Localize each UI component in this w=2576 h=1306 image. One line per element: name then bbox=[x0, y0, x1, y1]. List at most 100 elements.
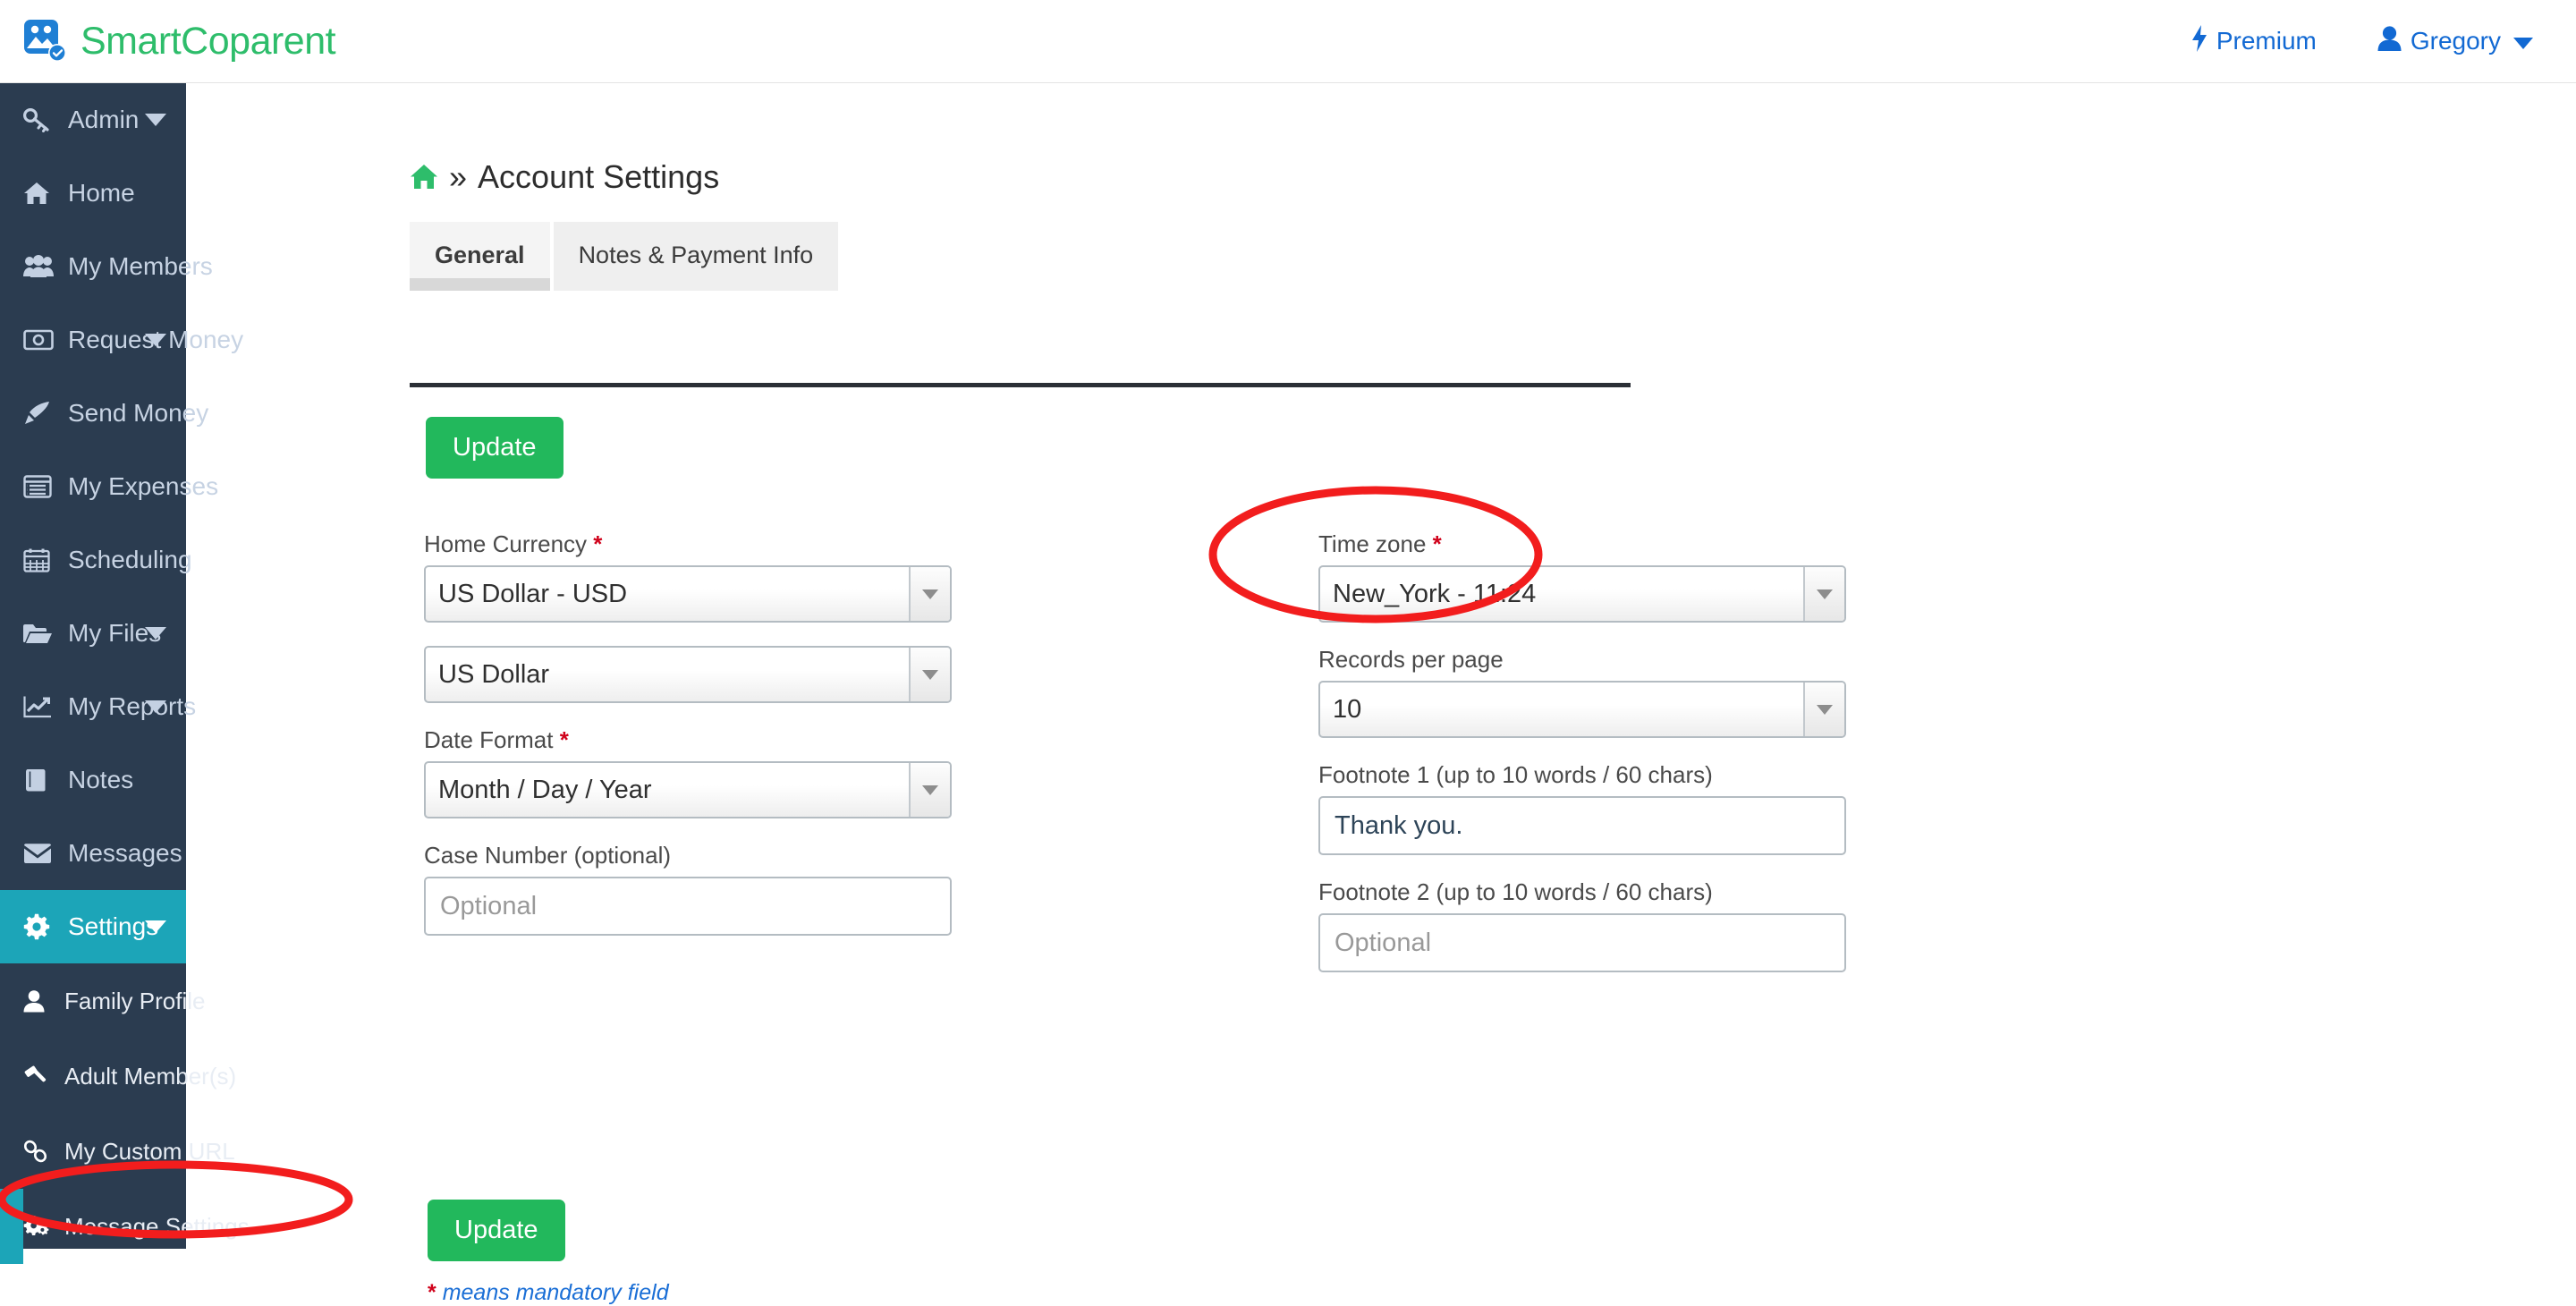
sidebar-subitem-family-profile[interactable]: Family Profile bbox=[0, 963, 205, 1039]
sidebar-item-label: My Members bbox=[68, 252, 213, 280]
list-alt-icon bbox=[23, 475, 61, 498]
sidebar-item-send-money[interactable]: Send Money bbox=[0, 377, 208, 450]
users-icon bbox=[23, 255, 61, 278]
home-icon[interactable] bbox=[410, 164, 438, 191]
case-number-input[interactable] bbox=[424, 877, 952, 936]
sidebar-item-my-expenses[interactable]: My Expenses bbox=[0, 450, 218, 523]
sidebar-subitem-adult-members[interactable]: Adult Member(s) bbox=[0, 1039, 236, 1114]
chevron-down-icon[interactable] bbox=[909, 763, 950, 817]
field-currency-name: US Dollar bbox=[424, 646, 961, 703]
sidebar-item-my-reports[interactable]: My Reports bbox=[0, 670, 196, 743]
sidebar-item-settings[interactable]: Settings bbox=[0, 890, 186, 963]
chevron-down-icon[interactable] bbox=[909, 567, 950, 621]
currency-name-select[interactable]: US Dollar bbox=[424, 646, 952, 703]
sidebar-subitem-my-custom-url[interactable]: My Custom URL bbox=[0, 1114, 235, 1189]
breadcrumb-separator: » bbox=[449, 158, 468, 195]
chevron-down-icon bbox=[145, 700, 166, 713]
chart-line-icon bbox=[23, 695, 61, 718]
book-icon bbox=[23, 767, 61, 793]
premium-label: Premium bbox=[2216, 27, 2317, 55]
top-bar-right: Premium Gregory bbox=[2191, 24, 2533, 58]
sidebar-item-label: Messages bbox=[68, 839, 182, 867]
rocket-icon bbox=[23, 401, 61, 426]
chevron-down-icon[interactable] bbox=[1803, 567, 1844, 621]
sidebar-subitem-label: Adult Member(s) bbox=[64, 1062, 237, 1090]
case-number-label: Case Number (optional) bbox=[424, 842, 672, 869]
sidebar-item-my-files[interactable]: My Files bbox=[0, 597, 186, 670]
premium-link[interactable]: Premium bbox=[2191, 24, 2317, 58]
footnote-1-input[interactable] bbox=[1318, 796, 1846, 855]
sidebar-item-label: Notes bbox=[68, 766, 134, 793]
user-menu[interactable]: Gregory bbox=[2377, 25, 2533, 58]
key-icon bbox=[23, 107, 61, 132]
chevron-down-icon bbox=[2513, 37, 2533, 49]
time-zone-select[interactable]: New_York - 11:24 bbox=[1318, 565, 1846, 623]
chevron-down-icon bbox=[145, 920, 166, 933]
folder-open-icon bbox=[23, 623, 61, 644]
field-case-number: Case Number (optional) bbox=[424, 842, 961, 936]
sidebar-item-label: Home bbox=[68, 179, 135, 207]
home-icon bbox=[23, 181, 61, 206]
sidebar-item-admin[interactable]: Admin bbox=[0, 83, 186, 157]
tab-general[interactable]: General bbox=[410, 222, 550, 291]
required-marker: * bbox=[428, 1280, 436, 1305]
chevron-down-icon[interactable] bbox=[909, 648, 950, 701]
field-date-format: Date Format * Month / Day / Year bbox=[424, 726, 961, 818]
top-bar: SmartCoparent Premium Gregory bbox=[0, 0, 2576, 83]
cogs-icon bbox=[23, 1215, 59, 1238]
records-per-page-select[interactable]: 10 bbox=[1318, 681, 1846, 738]
records-per-page-label: Records per page bbox=[1318, 646, 1504, 673]
bolt-icon bbox=[2191, 24, 2207, 58]
chevron-down-icon bbox=[145, 334, 166, 346]
update-button-bottom[interactable]: Update bbox=[428, 1200, 565, 1261]
chevron-down-icon[interactable] bbox=[1803, 683, 1844, 736]
required-marker: * bbox=[593, 530, 603, 557]
sidebar-item-notes[interactable]: Notes bbox=[0, 743, 186, 817]
home-currency-select[interactable]: US Dollar - USD bbox=[424, 565, 952, 623]
records-per-page-value: 10 bbox=[1333, 694, 1362, 724]
chevron-down-icon bbox=[145, 114, 166, 126]
sidebar-item-my-members[interactable]: My Members bbox=[0, 230, 213, 303]
field-footnote-2: Footnote 2 (up to 10 words / 60 chars) bbox=[1318, 878, 1855, 972]
chevron-down-icon bbox=[145, 627, 166, 640]
sidebar-item-label: Scheduling bbox=[68, 546, 192, 573]
home-currency-label: Home Currency * bbox=[424, 530, 603, 557]
sidebar-item-label: My Reports bbox=[68, 692, 197, 720]
sidebar-item-request-money[interactable]: Request Money bbox=[0, 303, 243, 377]
tab-notes-payment-info[interactable]: Notes & Payment Info bbox=[553, 222, 839, 291]
time-zone-value: New_York - 11:24 bbox=[1333, 579, 1537, 608]
user-icon bbox=[23, 989, 59, 1013]
sidebar-subitem-label: Message Settings bbox=[64, 1212, 250, 1240]
sidebar-item-scheduling[interactable]: Scheduling bbox=[0, 523, 192, 597]
brand-name: SmartCoparent bbox=[80, 19, 336, 63]
field-records-per-page: Records per page 10 bbox=[1318, 646, 1855, 738]
mandatory-field-note: * means mandatory field bbox=[428, 1280, 669, 1306]
mandatory-note-text: means mandatory field bbox=[442, 1280, 669, 1305]
currency-name-value: US Dollar bbox=[438, 659, 550, 689]
footnote-2-input[interactable] bbox=[1318, 913, 1846, 972]
date-format-select[interactable]: Month / Day / Year bbox=[424, 761, 952, 818]
sidebar-item-messages[interactable]: Messages bbox=[0, 817, 186, 890]
field-time-zone: Time zone * New_York - 11:24 bbox=[1318, 530, 1855, 623]
brand[interactable]: SmartCoparent bbox=[23, 19, 336, 64]
sidebar-item-label: My Expenses bbox=[68, 472, 219, 500]
sidebar-subitem-label: My Custom URL bbox=[64, 1137, 235, 1165]
breadcrumb: » Account Settings bbox=[410, 158, 719, 196]
link-icon bbox=[23, 1140, 59, 1163]
footnote-2-label: Footnote 2 (up to 10 words / 60 chars) bbox=[1318, 878, 1713, 905]
sidebar: Admin Home My Members Request Money Send… bbox=[0, 83, 250, 1264]
update-button-top[interactable]: Update bbox=[426, 417, 564, 479]
envelope-icon bbox=[23, 843, 61, 864]
sidebar-item-home[interactable]: Home bbox=[0, 157, 186, 230]
sidebar-item-label: Admin bbox=[68, 106, 140, 133]
field-home-currency: Home Currency * US Dollar - USD bbox=[424, 530, 961, 623]
section-divider bbox=[410, 383, 1631, 387]
calendar-icon bbox=[23, 547, 61, 572]
sidebar-subitem-message-settings[interactable]: Message Settings bbox=[0, 1189, 250, 1264]
sidebar-subitem-label: Family Profile bbox=[64, 987, 206, 1014]
required-marker: * bbox=[1432, 530, 1442, 557]
gear-icon bbox=[23, 913, 61, 940]
field-footnote-1: Footnote 1 (up to 10 words / 60 chars) bbox=[1318, 761, 1855, 855]
required-marker: * bbox=[559, 726, 569, 753]
gavel-icon bbox=[23, 1064, 59, 1088]
